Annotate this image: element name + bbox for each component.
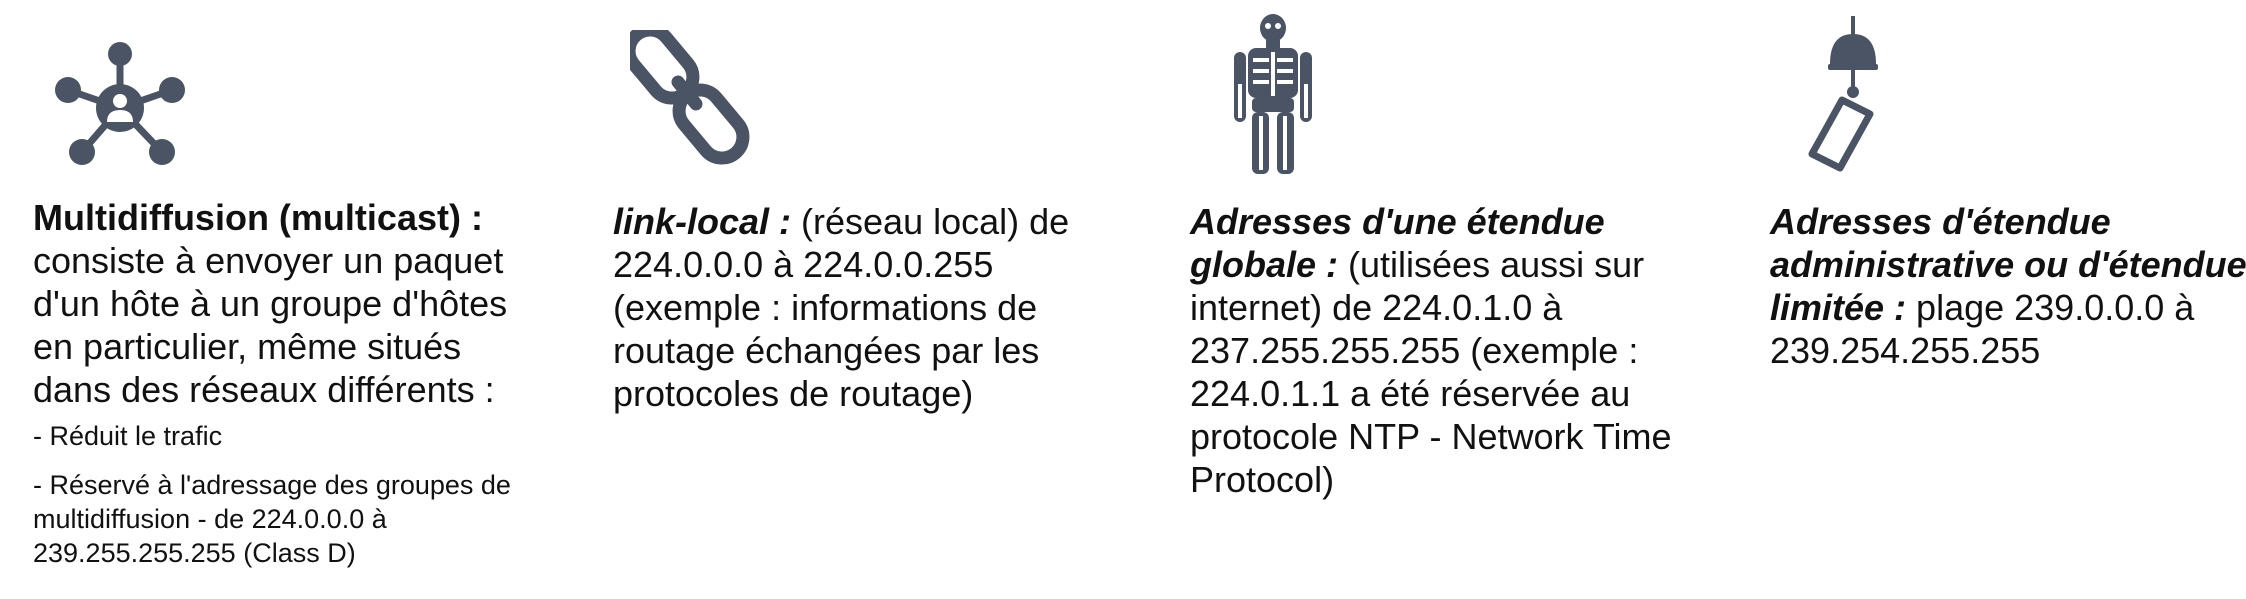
bullet-item: 239.255.255.255 (Class D) [33,538,356,568]
link-local-title: link-local : [613,201,792,242]
global-scope-title-rest: (utilisées aussi sur [1338,244,1645,285]
network-hub-icon [55,42,185,165]
bullet-item: - Réservé à l'adressage des groupes de [33,470,511,500]
multicast-line: en particulier, même situés [33,326,462,367]
admin-scope-title-rest: plage 239.0.0.0 à [1906,287,2195,328]
global-scope-line: Protocol) [1190,459,1335,500]
global-scope-title: Adresses d'une étendue [1190,201,1605,242]
skeleton-icon [1234,14,1312,174]
link-local-title-rest: (réseau local) de [791,201,1070,242]
administrative-scope-description: Adresses d'étendue administrative ou d'é… [1770,200,2246,372]
global-scope-description: Adresses d'une étendue globale : (utilis… [1190,200,1671,501]
wind-chime-icon [1808,16,1878,172]
multicast-description: Multidiffusion (multicast) : consiste à … [33,196,507,411]
link-local-line: (exemple : informations de [613,287,1038,328]
link-local-line: protocoles de routage) [613,373,974,414]
global-scope-line: internet) de 224.0.1.0 à [1190,287,1563,328]
chain-link-icon [630,30,750,165]
global-scope-line: 224.0.1.1 a été réservée au [1190,373,1631,414]
multicast-title: Multidiffusion (multicast) : [33,197,483,238]
admin-scope-title-2: administrative ou d'étendue [1770,244,2246,285]
multicast-line: d'un hôte à un groupe d'hôtes [33,283,508,324]
admin-scope-title-3: limitée : [1770,287,1907,328]
global-scope-title-2: globale : [1190,244,1339,285]
global-scope-line: 237.255.255.255 (exemple : [1190,330,1639,371]
link-local-line: 224.0.0.0 à 224.0.0.255 [613,244,994,285]
admin-scope-title-1: Adresses d'étendue [1770,201,2111,242]
multicast-line: consiste à envoyer un paquet [33,240,504,281]
admin-scope-line: 239.254.255.255 [1770,330,2041,371]
multicast-line: dans des réseaux différents : [33,369,495,410]
bullet-item: - Réduit le trafic [33,421,223,451]
bullet-item: multidiffusion - de 224.0.0.0 à [33,504,387,534]
link-local-line: routage échangées par les [613,330,1040,371]
global-scope-line: protocole NTP - Network Time [1190,416,1672,457]
multicast-bullets: - Réduit le trafic - Réservé à l'adressa… [33,419,511,570]
link-local-description: link-local : (réseau local) de 224.0.0.0… [613,200,1069,415]
